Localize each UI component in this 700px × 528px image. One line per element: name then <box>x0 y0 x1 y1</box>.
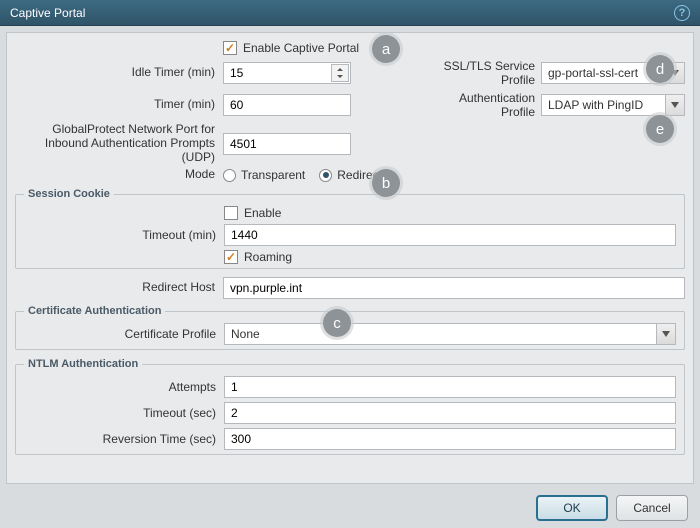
idle-timer-field <box>223 62 351 84</box>
settings-panel: Enable Captive Portal Idle Timer (min) S… <box>6 32 694 484</box>
idle-timer-label: Idle Timer (min) <box>15 66 223 80</box>
timer-input[interactable] <box>223 94 351 116</box>
cert-profile-value[interactable]: None <box>224 323 656 345</box>
enable-captive-portal-checkbox[interactable] <box>223 41 237 55</box>
ntlm-timeout-label: Timeout (sec) <box>24 406 224 420</box>
ssl-profile-label: SSL/TLS Service Profile <box>431 59 541 87</box>
cancel-button[interactable]: Cancel <box>616 495 688 521</box>
gp-port-input[interactable] <box>223 133 351 155</box>
roaming-checkbox[interactable] <box>224 250 238 264</box>
ntlm-timeout-input[interactable] <box>224 402 676 424</box>
auth-profile-label: Authentication Profile <box>431 91 541 119</box>
auth-profile-dropdown-button[interactable] <box>665 94 685 116</box>
session-cookie-legend: Session Cookie <box>24 188 114 200</box>
chevron-down-icon <box>671 70 679 76</box>
ssl-profile-dropdown-button[interactable] <box>665 62 685 84</box>
redirect-host-label: Redirect Host <box>15 281 223 295</box>
chevron-down-icon <box>671 102 679 108</box>
chevron-down-icon <box>662 331 670 337</box>
idle-timer-stepper[interactable] <box>331 64 349 82</box>
mode-redirect-label: Redirect <box>337 168 382 182</box>
mode-transparent-label: Transparent <box>241 168 305 182</box>
roaming-label: Roaming <box>244 250 292 264</box>
ntlm-reversion-input[interactable] <box>224 428 676 450</box>
cert-profile-combo: None <box>224 323 676 345</box>
ntlm-reversion-label: Reversion Time (sec) <box>24 432 224 446</box>
ntlm-auth-group: NTLM Authentication Attempts Timeout (se… <box>15 358 685 455</box>
ntlm-attempts-input[interactable] <box>224 376 676 398</box>
redirect-host-input[interactable] <box>223 277 685 299</box>
titlebar: Captive Portal ? <box>0 0 700 26</box>
session-timeout-input[interactable] <box>224 224 676 246</box>
enable-captive-portal-label: Enable Captive Portal <box>243 41 359 55</box>
session-timeout-label: Timeout (min) <box>24 228 224 242</box>
ssl-profile-value[interactable]: gp-portal-ssl-cert <box>541 62 665 84</box>
auth-profile-value[interactable]: LDAP with PingID <box>541 94 665 116</box>
gp-port-label: GlobalProtect Network Port for Inbound A… <box>15 123 223 164</box>
timer-label: Timer (min) <box>15 98 223 112</box>
cert-auth-group: Certificate Authentication Certificate P… <box>15 305 685 350</box>
ntlm-auth-legend: NTLM Authentication <box>24 358 142 370</box>
ssl-profile-combo: gp-portal-ssl-cert <box>541 62 685 84</box>
button-bar: OK Cancel <box>0 488 700 528</box>
dialog-title: Captive Portal <box>10 6 85 20</box>
cert-profile-dropdown-button[interactable] <box>656 323 676 345</box>
ntlm-attempts-label: Attempts <box>24 380 224 394</box>
cert-auth-legend: Certificate Authentication <box>24 305 165 317</box>
ok-button[interactable]: OK <box>536 495 608 521</box>
session-cookie-group: Session Cookie Enable Timeout (min) Roam… <box>15 188 685 269</box>
mode-redirect-radio[interactable] <box>319 169 332 182</box>
session-cookie-enable-label: Enable <box>244 206 281 220</box>
enable-row: Enable Captive Portal <box>15 41 685 55</box>
session-cookie-enable-checkbox[interactable] <box>224 206 238 220</box>
auth-profile-combo: LDAP with PingID <box>541 94 685 116</box>
mode-label: Mode <box>15 168 223 182</box>
stepper-icon <box>335 68 345 78</box>
cert-profile-label: Certificate Profile <box>24 327 224 341</box>
help-icon[interactable]: ? <box>674 5 690 21</box>
mode-transparent-radio[interactable] <box>223 169 236 182</box>
